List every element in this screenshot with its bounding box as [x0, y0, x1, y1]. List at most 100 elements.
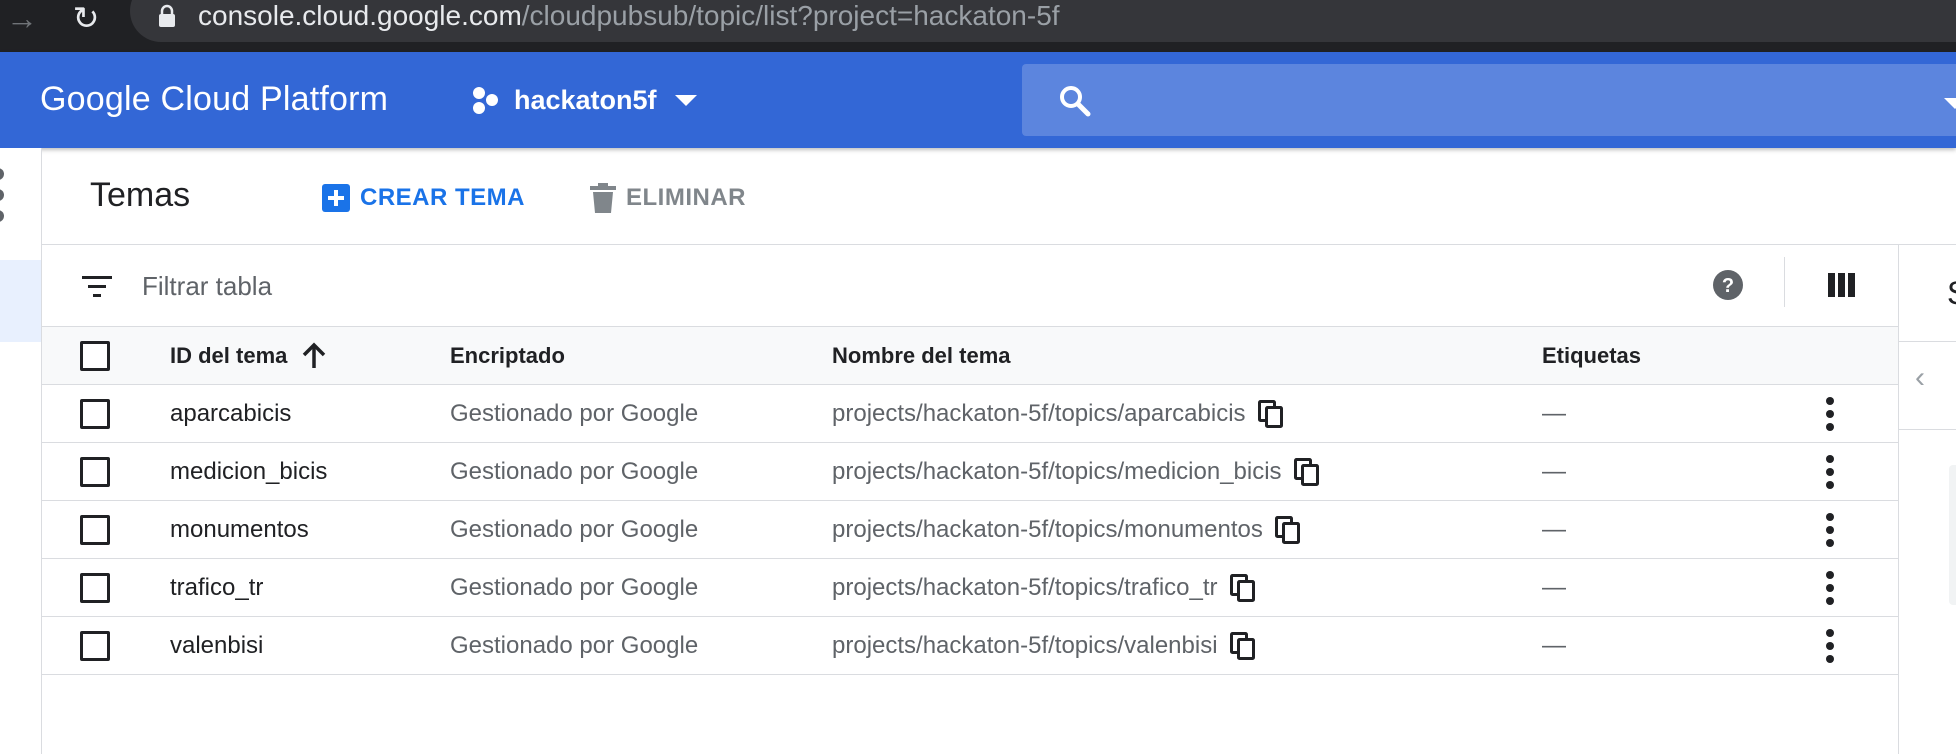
arrow-upward-icon: [303, 342, 326, 368]
topic-name-cell: projects/hackaton-5f/topics/monumentos: [832, 501, 1301, 559]
left-nav-rail: [0, 148, 42, 754]
table-row[interactable]: trafico_tr Gestionado por Google projects/…: [42, 559, 1898, 617]
select-all-cell: [80, 327, 110, 385]
column-header-encryption[interactable]: Encriptado: [450, 327, 565, 385]
topic-name: projects/hackaton-5f/topics/valenbisi: [832, 632, 1218, 659]
topic-name-cell: projects/hackaton-5f/topics/medicion_bic…: [832, 443, 1320, 501]
topic-encryption: Gestionado por Google: [450, 516, 699, 543]
row-select-cell: [80, 501, 110, 559]
row-checkbox[interactable]: [80, 399, 110, 429]
browser-toolbar: → ↻ console.cloud.google.com/cloudpubsub…: [0, 0, 1956, 52]
page-title: Temas: [90, 176, 191, 214]
topic-name: projects/hackaton-5f/topics/monumentos: [832, 516, 1263, 543]
divider: [1899, 341, 1956, 342]
copy-icon[interactable]: [1229, 632, 1256, 660]
table-row[interactable]: medicion_bicis Gestionado por Google proje…: [42, 443, 1898, 501]
topic-id[interactable]: monumentos: [170, 501, 309, 559]
row-select-cell: [80, 385, 110, 443]
svg-text:?: ?: [1722, 275, 1734, 297]
topic-id[interactable]: trafico_tr: [170, 559, 263, 617]
panel-heading: S: [1947, 275, 1956, 312]
row-actions: [1810, 617, 1850, 675]
copy-icon[interactable]: [1257, 400, 1284, 428]
topic-id[interactable]: medicion_bicis: [170, 443, 327, 501]
more-vert-icon[interactable]: [1826, 395, 1834, 434]
topic-id[interactable]: aparcabicis: [170, 385, 291, 443]
info-panel: S ‹: [1898, 245, 1956, 754]
column-header-labels[interactable]: Etiquetas: [1542, 327, 1641, 385]
project-selector[interactable]: hackaton5f: [470, 78, 697, 122]
more-vert-icon[interactable]: [1826, 511, 1834, 550]
topic-encryption: Gestionado por Google: [450, 400, 699, 427]
topic-name-cell: projects/hackaton-5f/topics/trafico_tr: [832, 559, 1256, 617]
chevron-left-icon[interactable]: ‹: [1915, 361, 1925, 395]
delete-button[interactable]: ELIMINAR: [590, 178, 746, 218]
topic-labels: —: [1542, 632, 1566, 659]
rail-active-item[interactable]: [0, 260, 41, 342]
table-row[interactable]: valenbisi Gestionado por Google projects/h…: [42, 617, 1898, 675]
divider: [1784, 257, 1785, 307]
row-checkbox[interactable]: [80, 457, 110, 487]
table-header: ID del tema Encriptado Nombre del tema E…: [42, 327, 1898, 385]
copy-icon[interactable]: [1293, 458, 1320, 486]
copy-icon[interactable]: [1274, 516, 1301, 544]
topic-name-cell: projects/hackaton-5f/topics/valenbisi: [832, 617, 1256, 675]
filter-input[interactable]: [142, 265, 1142, 307]
topic-encryption: Gestionado por Google: [450, 458, 699, 485]
table-body: aparcabicis Gestionado por Google projects…: [42, 385, 1898, 675]
more-vert-icon[interactable]: [1826, 453, 1834, 492]
search-icon[interactable]: [1058, 84, 1092, 118]
column-header-id[interactable]: ID del tema: [170, 327, 327, 385]
topic-name: projects/hackaton-5f/topics/aparcabicis: [832, 400, 1246, 427]
column-id-label: ID del tema: [170, 343, 288, 368]
reload-icon[interactable]: ↻: [66, 0, 106, 36]
brand-logo[interactable]: Google Cloud Platform: [40, 80, 388, 119]
row-select-cell: [80, 443, 110, 501]
topic-id[interactable]: valenbisi: [170, 617, 263, 675]
topics-table: ID del tema Encriptado Nombre del tema E…: [42, 327, 1898, 675]
app-header: Google Cloud Platform hackaton5f: [0, 52, 1956, 148]
create-topic-label: CREAR TEMA: [360, 184, 525, 211]
row-checkbox[interactable]: [80, 573, 110, 603]
project-name: hackaton5f: [514, 84, 657, 115]
topic-name-cell: projects/hackaton-5f/topics/aparcabicis: [832, 385, 1284, 443]
topic-name: projects/hackaton-5f/topics/trafico_tr: [832, 574, 1218, 601]
row-actions: [1810, 443, 1850, 501]
arrow-forward-icon[interactable]: →: [4, 0, 40, 36]
menu-dots-icon[interactable]: [0, 168, 4, 231]
row-actions: [1810, 559, 1850, 617]
search-expand-icon[interactable]: [1944, 98, 1956, 109]
delete-label: ELIMINAR: [626, 184, 746, 211]
topic-name: projects/hackaton-5f/topics/medicion_bic…: [832, 458, 1282, 485]
search-input[interactable]: [1022, 64, 1956, 136]
divider: [1899, 429, 1956, 430]
table-row[interactable]: monumentos Gestionado por Google projects/…: [42, 501, 1898, 559]
help-icon[interactable]: ?: [1712, 269, 1744, 301]
copy-icon[interactable]: [1229, 574, 1256, 602]
column-header-name[interactable]: Nombre del tema: [832, 327, 1011, 385]
more-vert-icon[interactable]: [1826, 569, 1834, 608]
project-icon: [473, 87, 498, 114]
create-topic-button[interactable]: CREAR TEMA: [322, 178, 525, 218]
url-path: /cloudpubsub/topic/list?project=hackaton…: [521, 0, 1060, 31]
url-text[interactable]: console.cloud.google.com/cloudpubsub/top…: [198, 0, 1060, 32]
trash-icon: [590, 183, 616, 213]
topic-labels: —: [1542, 574, 1566, 601]
columns-icon[interactable]: [1828, 273, 1856, 297]
select-all-checkbox[interactable]: [80, 341, 110, 371]
add-box-icon: [322, 184, 350, 212]
topic-encryption: Gestionado por Google: [450, 632, 699, 659]
row-checkbox[interactable]: [80, 631, 110, 661]
table-row[interactable]: aparcabicis Gestionado por Google projects…: [42, 385, 1898, 443]
row-select-cell: [80, 559, 110, 617]
filter-bar: ?: [42, 245, 1898, 327]
row-actions: [1810, 501, 1850, 559]
topic-encryption: Gestionado por Google: [450, 574, 699, 601]
page-toolbar: Temas CREAR TEMA ELIMINAR: [42, 148, 1956, 245]
filter-icon: [82, 276, 112, 297]
topic-labels: —: [1542, 400, 1566, 427]
row-checkbox[interactable]: [80, 515, 110, 545]
chevron-down-icon: [674, 94, 697, 106]
more-vert-icon[interactable]: [1826, 627, 1834, 666]
topic-labels: —: [1542, 516, 1566, 543]
